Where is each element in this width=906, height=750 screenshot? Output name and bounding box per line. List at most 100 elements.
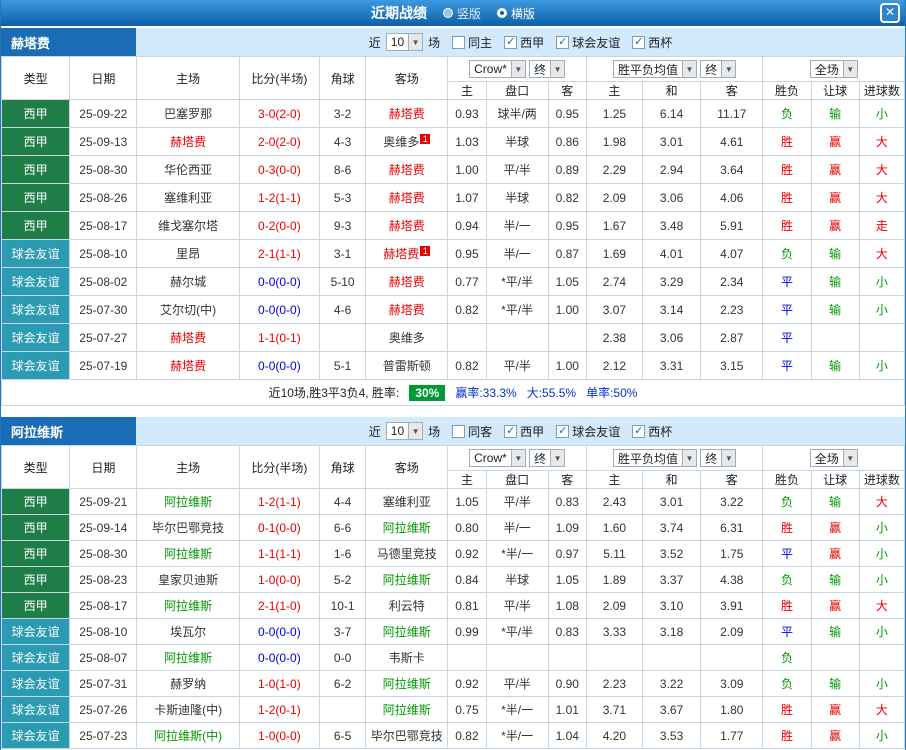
goals-result-cell: 大 <box>858 127 905 156</box>
filter-checkbox-1[interactable]: ✓ 西甲 <box>504 423 544 440</box>
section-header-bar: 赫塔费 近 10 ▼ 场 同主 ✓ 西甲 ✓ 球会友谊 ✓ 西杯 <box>1 28 905 56</box>
avg-final-select[interactable]: 终 ▼ <box>700 449 737 467</box>
odds-home-cell: 0.77 <box>447 267 487 296</box>
summary-bar: 近10场,胜3平3负4, 胜率: 30% 赢率:33.3% 大:55.5% 单率:50% <box>1 380 905 406</box>
date-cell: 25-08-30 <box>69 155 138 184</box>
avg-draw-cell: 2.94 <box>642 155 702 184</box>
odds-away-cell: 0.82 <box>547 183 587 212</box>
col-type: 类型 <box>1 56 71 100</box>
close-button[interactable]: ✕ <box>880 3 900 23</box>
match-row: 西甲 25-09-13 赫塔费 2-0(2-0) 4-3 奥维多 1 1.03 半球 0.86 1.… <box>1 127 905 156</box>
avg-odds-value: 胜平负均值 <box>617 451 678 466</box>
match-row: 西甲 25-08-23 皇家贝迪斯 1-0(0-0) 5-2 阿拉维斯 0.84 半球 1.05… <box>1 566 905 593</box>
chevron-down-icon: ▼ <box>842 61 857 77</box>
home-team-cell: 阿拉维斯 <box>136 488 240 515</box>
col-away: 客场 <box>365 56 449 100</box>
avg-draw-cell: 6.14 <box>642 99 702 128</box>
checkbox-label: 同客 <box>468 424 493 439</box>
filter-checkbox-0[interactable]: 同主 <box>452 34 492 51</box>
avg-final-select[interactable]: 终 ▼ <box>700 60 737 78</box>
filter-checkbox-3[interactable]: ✓ 西杯 <box>632 423 672 440</box>
handicap-cell: 平/半 <box>485 592 549 619</box>
checkbox-box-icon: ✓ <box>632 424 646 438</box>
layout-vertical-radio[interactable]: 竖版 <box>442 5 481 22</box>
date-cell: 25-08-17 <box>69 592 138 619</box>
team-name: 赫塔费 <box>388 191 425 205</box>
corners-cell: 3-1 <box>319 239 367 268</box>
team-name: 阿拉维斯 <box>382 625 431 639</box>
chevron-down-icon: ▼ <box>550 61 565 77</box>
filter-checkbox-2[interactable]: ✓ 球会友谊 <box>556 34 620 51</box>
col-handicap: 盘口 <box>485 470 549 489</box>
bookmaker-select[interactable]: Crow* ▼ <box>469 60 526 78</box>
odds-away-cell <box>547 323 587 352</box>
checkbox-box-icon: ✓ <box>504 424 518 438</box>
team-name: 阿拉维斯 <box>164 547 213 561</box>
col-odds-home: 主 <box>447 470 487 489</box>
avg-home-cell: 1.25 <box>585 99 644 128</box>
col-date: 日期 <box>69 56 138 100</box>
odds-away-cell: 0.95 <box>547 211 587 240</box>
team-name: 皇家贝迪斯 <box>158 573 219 587</box>
corners-cell: 6-6 <box>319 514 367 541</box>
home-team-cell: 维戈塞尔塔 <box>136 211 240 240</box>
red-card-badge: 1 <box>420 134 431 144</box>
bookmaker-select[interactable]: Crow* ▼ <box>469 449 526 467</box>
odds-final-select[interactable]: 终 ▼ <box>529 449 566 467</box>
section-header-bar: 阿拉维斯 近 10 ▼ 场 同客 ✓ 西甲 ✓ 球会友谊 ✓ 西杯 <box>1 417 905 445</box>
avg-draw-cell: 3.29 <box>642 267 702 296</box>
match-count-select[interactable]: 10 ▼ <box>385 33 424 51</box>
result-cell: 胜 <box>762 696 812 723</box>
odds-away-cell: 0.83 <box>547 488 587 515</box>
recent-results-dialog: 近期战绩 竖版 横版 ✕ 赫塔费 近 10 ▼ 场 同主 ✓ 西甲 ✓ 球会友谊 ✓ 西杯 <box>0 0 906 750</box>
home-team-cell: 塞维利亚 <box>136 183 240 212</box>
checkbox-label: 球会友谊 <box>572 424 621 439</box>
odds-home-cell <box>447 644 487 671</box>
odds-home-cell: 0.81 <box>447 592 487 619</box>
date-cell: 25-08-02 <box>69 267 138 296</box>
checkbox-label: 同主 <box>468 35 493 50</box>
scope-select[interactable]: 全场 ▼ <box>809 60 858 78</box>
handicap-result-cell: 赢 <box>810 155 860 184</box>
team-section-1: 赫塔费 近 10 ▼ 场 同主 ✓ 西甲 ✓ 球会友谊 ✓ 西杯 类型 日期 主… <box>1 28 905 406</box>
scope-select[interactable]: 全场 ▼ <box>809 449 858 467</box>
filter-checkbox-3[interactable]: ✓ 西杯 <box>632 34 672 51</box>
league-cell: 西甲 <box>1 211 71 240</box>
odds-final-select[interactable]: 终 ▼ <box>529 60 566 78</box>
avg-away-cell: 2.87 <box>700 323 764 352</box>
checkbox-box-icon: ✓ <box>504 35 518 49</box>
result-cell: 胜 <box>762 127 812 156</box>
avg-away-cell: 3.15 <box>700 351 764 380</box>
league-cell: 西甲 <box>1 155 71 184</box>
team-name: 塞维利亚 <box>382 495 431 509</box>
match-row: 西甲 25-08-30 华伦西亚 0-3(0-0) 8-6 赫塔费 1.00 平/半 0.89 2… <box>1 155 905 184</box>
home-team-cell: 埃瓦尔 <box>136 618 240 645</box>
filter-checkbox-2[interactable]: ✓ 球会友谊 <box>556 423 620 440</box>
match-row: 球会友谊 25-07-19 赫塔费 0-0(0-0) 5-1 普雷斯顿 0.82 平/半 1.0… <box>1 351 905 380</box>
filter-checkbox-1[interactable]: ✓ 西甲 <box>504 34 544 51</box>
filter-checkbox-0[interactable]: 同客 <box>452 423 492 440</box>
result-cell: 负 <box>762 644 812 671</box>
match-count-select[interactable]: 10 ▼ <box>385 422 424 440</box>
avg-odds-select[interactable]: 胜平负均值 ▼ <box>612 449 697 467</box>
result-cell: 负 <box>762 670 812 697</box>
goals-result-cell: 走 <box>858 211 905 240</box>
home-team-cell: 艾尔切(中) <box>136 295 240 324</box>
team-name: 艾尔切(中) <box>160 303 217 317</box>
home-team-cell: 里昂 <box>136 239 240 268</box>
layout-horizontal-radio[interactable]: 横版 <box>497 5 535 22</box>
league-cell: 球会友谊 <box>1 696 71 723</box>
team-name: 赫塔费 <box>383 247 420 261</box>
goals-result-cell: 大 <box>858 592 905 619</box>
avg-home-cell: 1.67 <box>585 211 644 240</box>
avg-away-cell: 1.80 <box>700 696 764 723</box>
avg-odds-select[interactable]: 胜平负均值 ▼ <box>612 60 697 78</box>
avg-away-cell: 6.31 <box>700 514 764 541</box>
odds-home-cell: 1.07 <box>447 183 487 212</box>
col-away: 客场 <box>365 445 449 489</box>
odds-away-cell: 1.01 <box>547 696 587 723</box>
away-team-cell: 赫塔费 <box>365 183 449 212</box>
col-home: 主场 <box>136 445 240 489</box>
col-handicap: 盘口 <box>485 81 549 100</box>
goals-result-cell: 大 <box>858 155 905 184</box>
